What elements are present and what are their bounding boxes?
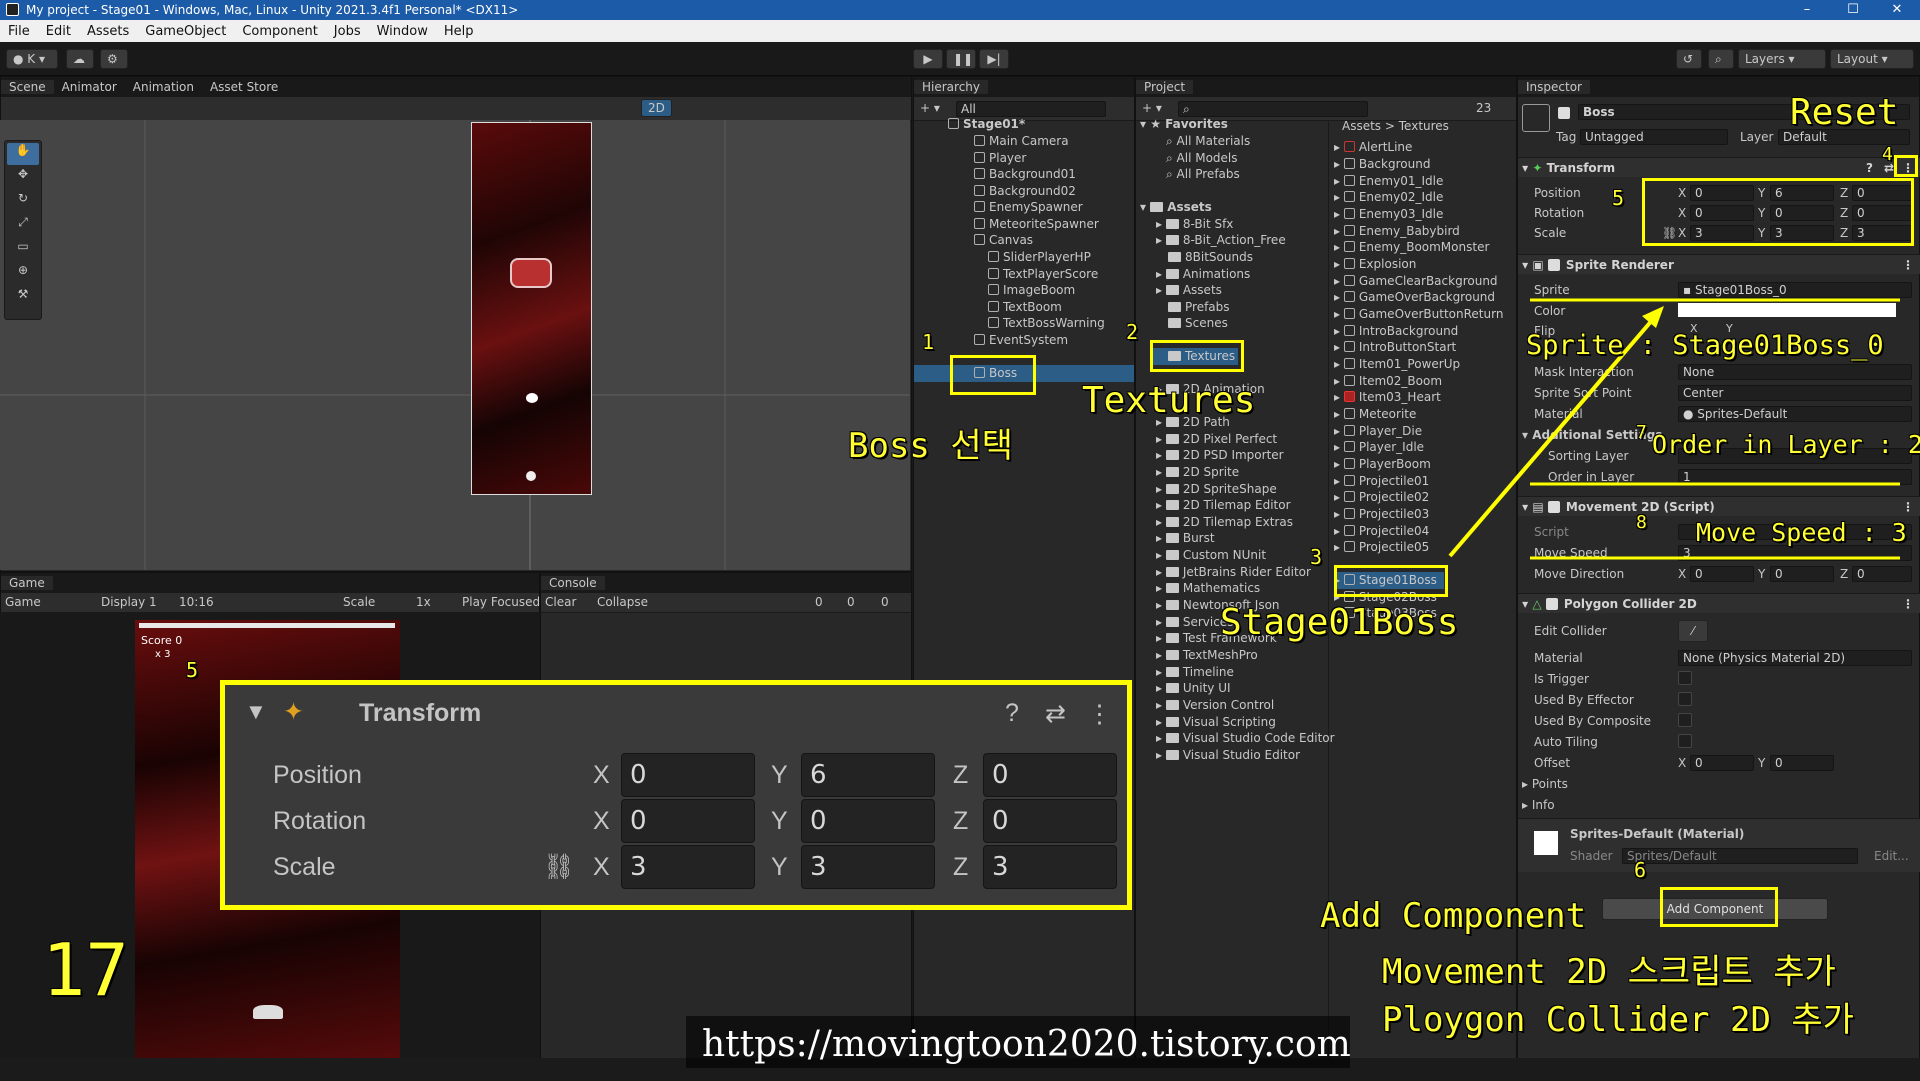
annotation-step-4: 4 (1882, 144, 1893, 165)
annotation-sprite: Sprite : Stage01Boss_0 (1526, 330, 1884, 361)
annotation-textures: Textures (1082, 380, 1256, 421)
annotation-add-collider: Ploygon Collider 2D 추가 (1382, 1000, 1854, 1040)
annotation-reset: Reset (1790, 92, 1899, 133)
annotation-add-movement: Movement 2D 스크립트 추가 (1382, 952, 1836, 992)
annotation-step-3: 3 (1310, 545, 1323, 569)
annotation-step-8: 8 (1636, 512, 1647, 533)
annotation-step-2: 2 (1126, 320, 1139, 344)
watermark-url: https://movingtoon2020.tistory.com (702, 1024, 1351, 1065)
annotation-stage01boss: Stage01Boss (1220, 602, 1459, 643)
annotation-arrows (1448, 298, 1900, 560)
annotation-move-speed: Move Speed : 3 (1696, 518, 1907, 547)
annotation-step-7: 7 (1636, 422, 1647, 443)
annotation-step-6: 6 (1634, 858, 1647, 882)
annotation-step-5: 5 (1612, 186, 1625, 210)
annotation-step-5b: 5 (186, 658, 199, 682)
annotation-order-in-layer: Order in Layer : 2 (1652, 430, 1920, 459)
annotation-boss-select: Boss 선택 (848, 426, 1013, 466)
annotation-step-1: 1 (922, 330, 935, 354)
step-number: 17 (42, 928, 129, 1012)
annotation-add-component: Add Component (1320, 896, 1587, 936)
